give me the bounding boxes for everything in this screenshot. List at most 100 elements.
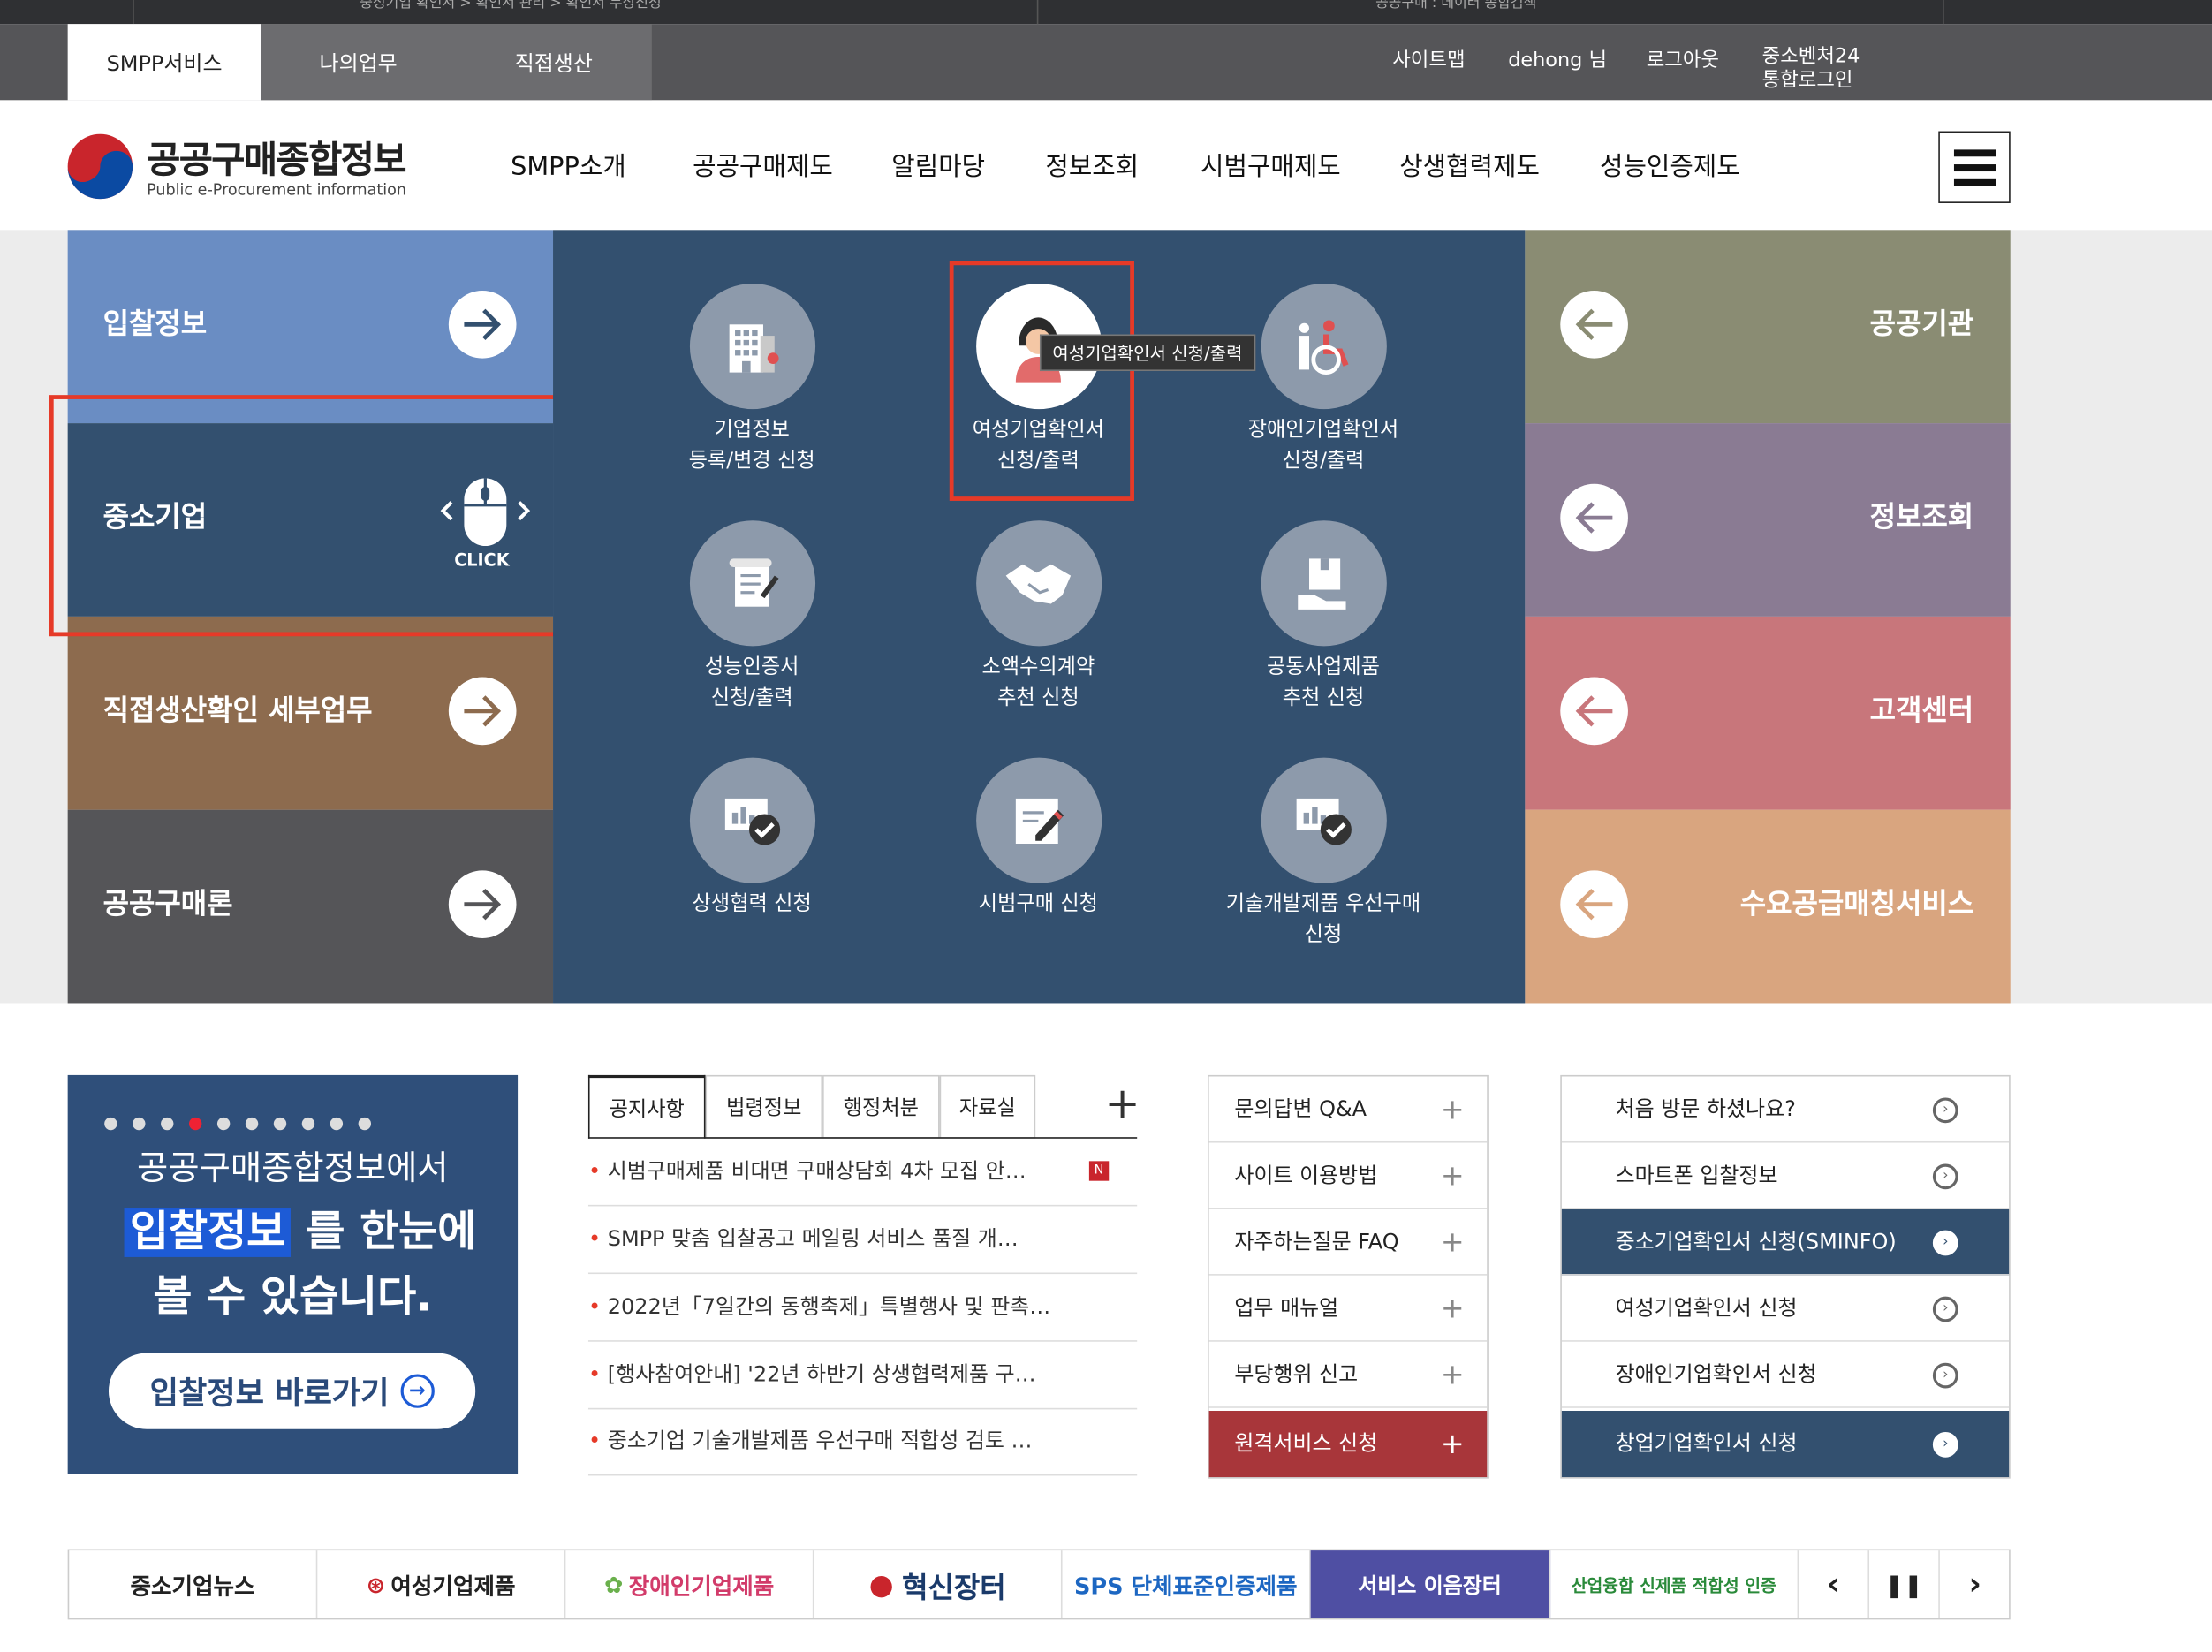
sso-login-link[interactable]: 중소벤처24 통합로그인 bbox=[1762, 45, 1860, 93]
right-menu-public-agency[interactable]: 공공기관 bbox=[1525, 230, 2011, 424]
chevron-circle-icon: › bbox=[1932, 1362, 1958, 1389]
logout-link[interactable]: 로그아웃 bbox=[1647, 49, 1719, 73]
arrow-left-icon bbox=[1560, 290, 1628, 359]
plus-icon: + bbox=[1440, 1158, 1465, 1193]
banner-pagination-dots[interactable] bbox=[104, 1117, 372, 1131]
quick-link-women-cert[interactable]: 여성기업확인서 신청 › bbox=[1561, 1276, 2010, 1342]
left-menu-direct-production[interactable]: 직접생산확인 세부업무 bbox=[67, 616, 554, 810]
banner-line2: 입찰정보 를 한눈에 bbox=[124, 1196, 476, 1258]
handshake-icon bbox=[975, 520, 1102, 647]
logo-women-products[interactable]: ⊛ 여성기업제품 bbox=[317, 1550, 566, 1618]
logo-sps-standard[interactable]: SPS 단체표준인증제품 bbox=[1063, 1550, 1311, 1618]
gnb-notice[interactable]: 알림마당 bbox=[891, 147, 985, 184]
logo-industry-convergence[interactable]: 산업융합 신제품 적합성 인증 bbox=[1550, 1550, 1799, 1618]
right-menu-info-search[interactable]: 정보조회 bbox=[1525, 423, 2011, 617]
arrow-left-icon bbox=[1560, 677, 1628, 746]
bid-info-shortcut-button[interactable]: 입찰정보 바로가기 → bbox=[108, 1353, 476, 1429]
notice-row[interactable]: • 시범구매제품 비대면 구매상담회 4차 모집 안… N bbox=[587, 1139, 1138, 1207]
plus-icon: + bbox=[1440, 1092, 1465, 1126]
gnb-smpp-intro[interactable]: SMPP소개 bbox=[511, 147, 626, 184]
logo-innovation-market[interactable]: ● 혁신장터 bbox=[814, 1550, 1063, 1618]
logo-title[interactable]: 공공구매종합정보 bbox=[147, 132, 406, 184]
prev-arrow-icon[interactable]: ‹ bbox=[1799, 1550, 1870, 1618]
arrow-right-icon bbox=[448, 870, 517, 939]
arrow-right-icon bbox=[448, 677, 517, 746]
tab-administrative-action[interactable]: 행정처분 bbox=[822, 1074, 940, 1139]
gnb-info-search[interactable]: 정보조회 bbox=[1045, 147, 1139, 184]
tab-notice[interactable]: 공지사항 bbox=[587, 1074, 706, 1139]
service-tech-product-priority[interactable]: 기술개발제품 우선구매 신청 bbox=[1203, 757, 1443, 951]
chevron-circle-icon: › bbox=[1932, 1097, 1958, 1124]
quick-link-sme-cert[interactable]: 중소기업확인서 신청(SMINFO) › bbox=[1561, 1209, 2010, 1276]
quick-link-disabled-cert[interactable]: 장애인기업확인서 신청 › bbox=[1561, 1342, 2010, 1408]
plus-icon: + bbox=[1440, 1357, 1465, 1391]
remote-service-link[interactable]: 원격서비스 신청 + bbox=[1208, 1411, 1488, 1478]
qa-link[interactable]: 문의답변 Q&A + bbox=[1208, 1077, 1488, 1143]
service-disabled-company-cert[interactable]: 장애인기업확인서 신청/출력 bbox=[1203, 283, 1443, 477]
bid-info-banner[interactable]: 공공구매종합정보에서 입찰정보 를 한눈에 볼 수 있습니다. 입찰정보 바로가… bbox=[67, 1074, 519, 1474]
gnb-cooperation[interactable]: 상생협력제도 bbox=[1399, 147, 1540, 184]
logo-disabled-products[interactable]: ✿ 장애인기업제품 bbox=[565, 1550, 814, 1618]
site-usage-link[interactable]: 사이트 이용방법 + bbox=[1208, 1143, 1488, 1209]
chevron-circle-icon: › bbox=[1932, 1230, 1958, 1256]
logo-sme-news[interactable]: 중소기업뉴스 bbox=[69, 1550, 318, 1618]
tab-archive[interactable]: 자료실 bbox=[939, 1074, 1036, 1139]
left-menu-public-purchase[interactable]: 공공구매론 bbox=[67, 809, 554, 1004]
plus-icon: + bbox=[1440, 1224, 1465, 1259]
arrow-right-icon bbox=[448, 290, 517, 359]
notice-board: 공지사항 법령정보 행정처분 자료실 + • 시범구매제품 비대면 구매상담회 … bbox=[587, 1074, 1140, 1476]
chart-check-icon bbox=[1260, 757, 1387, 883]
utility-bar: SMPP서비스 나의업무 직접생산 사이트맵 dehong 님 로그아웃 중소벤… bbox=[0, 24, 2212, 101]
faq-link[interactable]: 자주하는질문 FAQ + bbox=[1208, 1209, 1488, 1276]
nav-smpp-service[interactable]: SMPP서비스 bbox=[67, 24, 261, 101]
highlight-box-sme bbox=[49, 395, 600, 637]
service-small-contract[interactable]: 소액수의계약 추천 신청 bbox=[919, 520, 1158, 714]
chevron-circle-icon: › bbox=[1932, 1163, 1958, 1190]
partner-logo-strip: 중소기업뉴스 ⊛ 여성기업제품 ✿ 장애인기업제품 ● 혁신장터 SPS 단체표준인증… bbox=[67, 1549, 2011, 1620]
new-badge-icon: N bbox=[1088, 1161, 1110, 1181]
right-menu-matching-service[interactable]: 수요공급매칭서비스 bbox=[1525, 809, 2011, 1004]
nav-my-work[interactable]: 나의업무 bbox=[261, 24, 455, 100]
notice-row[interactable]: • 2022년「7일간의 동행축제」특별행사 및 판촉… bbox=[587, 1274, 1138, 1342]
notice-row[interactable]: • 중소기업 기술개발제품 우선구매 적합성 검토 … bbox=[587, 1408, 1138, 1476]
pause-icon[interactable]: ❚❚ bbox=[1869, 1550, 1940, 1618]
wheelchair-icon bbox=[1260, 283, 1387, 410]
building-icon bbox=[689, 283, 815, 410]
browser-tab[interactable]: 공공구매 : 데이터 종합검색 bbox=[1375, 0, 1629, 24]
manual-link[interactable]: 업무 매뉴얼 + bbox=[1208, 1276, 1488, 1342]
gnb-pilot-purchase[interactable]: 시범구매제도 bbox=[1201, 147, 1341, 184]
report-link[interactable]: 부당행위 신고 + bbox=[1208, 1342, 1488, 1408]
nav-direct-production[interactable]: 직접생산 bbox=[456, 24, 652, 100]
logo-subtitle: Public e-Procurement information bbox=[147, 180, 407, 200]
logo-emblem-icon[interactable] bbox=[66, 133, 134, 201]
service-joint-product[interactable]: 공동사업제품 추천 신청 bbox=[1203, 520, 1443, 714]
service-cooperation-apply[interactable]: 상생협력 신청 bbox=[632, 757, 871, 921]
logo-service-market[interactable]: 서비스 이음장터 bbox=[1310, 1550, 1551, 1618]
plus-icon: + bbox=[1440, 1291, 1465, 1325]
gnb-procurement-system[interactable]: 공공구매제도 bbox=[693, 147, 833, 184]
highlight-box-women-cert bbox=[949, 261, 1134, 501]
certificate-scroll-icon bbox=[689, 520, 815, 647]
browser-tab[interactable]: 중성기업 확인서 > 확인서 관리 > 확인서 무상신청 bbox=[360, 0, 825, 24]
service-company-info[interactable]: 기업정보 등록/변경 신청 bbox=[632, 283, 871, 477]
quick-link-smartphone[interactable]: 스마트폰 입찰정보 › bbox=[1561, 1143, 2010, 1209]
sitemap-link[interactable]: 사이트맵 bbox=[1392, 49, 1465, 73]
right-menu-customer-center[interactable]: 고객센터 bbox=[1525, 616, 2011, 810]
menu-hamburger-icon[interactable] bbox=[1938, 131, 2011, 203]
quick-link-startup-cert[interactable]: 창업기업확인서 신청 › bbox=[1561, 1411, 2010, 1478]
service-performance-cert[interactable]: 성능인증서 신청/출력 bbox=[632, 520, 871, 714]
user-name[interactable]: dehong 님 bbox=[1508, 49, 1607, 73]
tab-law-info[interactable]: 법령정보 bbox=[705, 1074, 823, 1139]
more-plus-icon[interactable]: + bbox=[1104, 1083, 1140, 1125]
chevron-circle-icon: › bbox=[1932, 1431, 1958, 1458]
arrow-left-icon bbox=[1560, 483, 1628, 552]
chart-check-icon bbox=[689, 757, 815, 883]
notice-row[interactable]: • SMPP 맞춤 입찰공고 메일링 서비스 품질 개… bbox=[587, 1206, 1138, 1275]
banner-line3: 볼 수 있습니다. bbox=[153, 1272, 433, 1322]
notice-row[interactable]: • [행사참여안내] '22년 하반기 상생협력제품 구… bbox=[587, 1342, 1138, 1410]
service-pilot-purchase[interactable]: 시범구매 신청 bbox=[919, 757, 1158, 921]
quick-link-first-visit[interactable]: 처음 방문 하셨나요? › bbox=[1561, 1077, 2010, 1143]
next-arrow-icon[interactable]: › bbox=[1940, 1550, 2011, 1618]
gnb-performance-cert[interactable]: 성능인증제도 bbox=[1600, 147, 1740, 184]
edit-document-icon bbox=[975, 757, 1102, 883]
